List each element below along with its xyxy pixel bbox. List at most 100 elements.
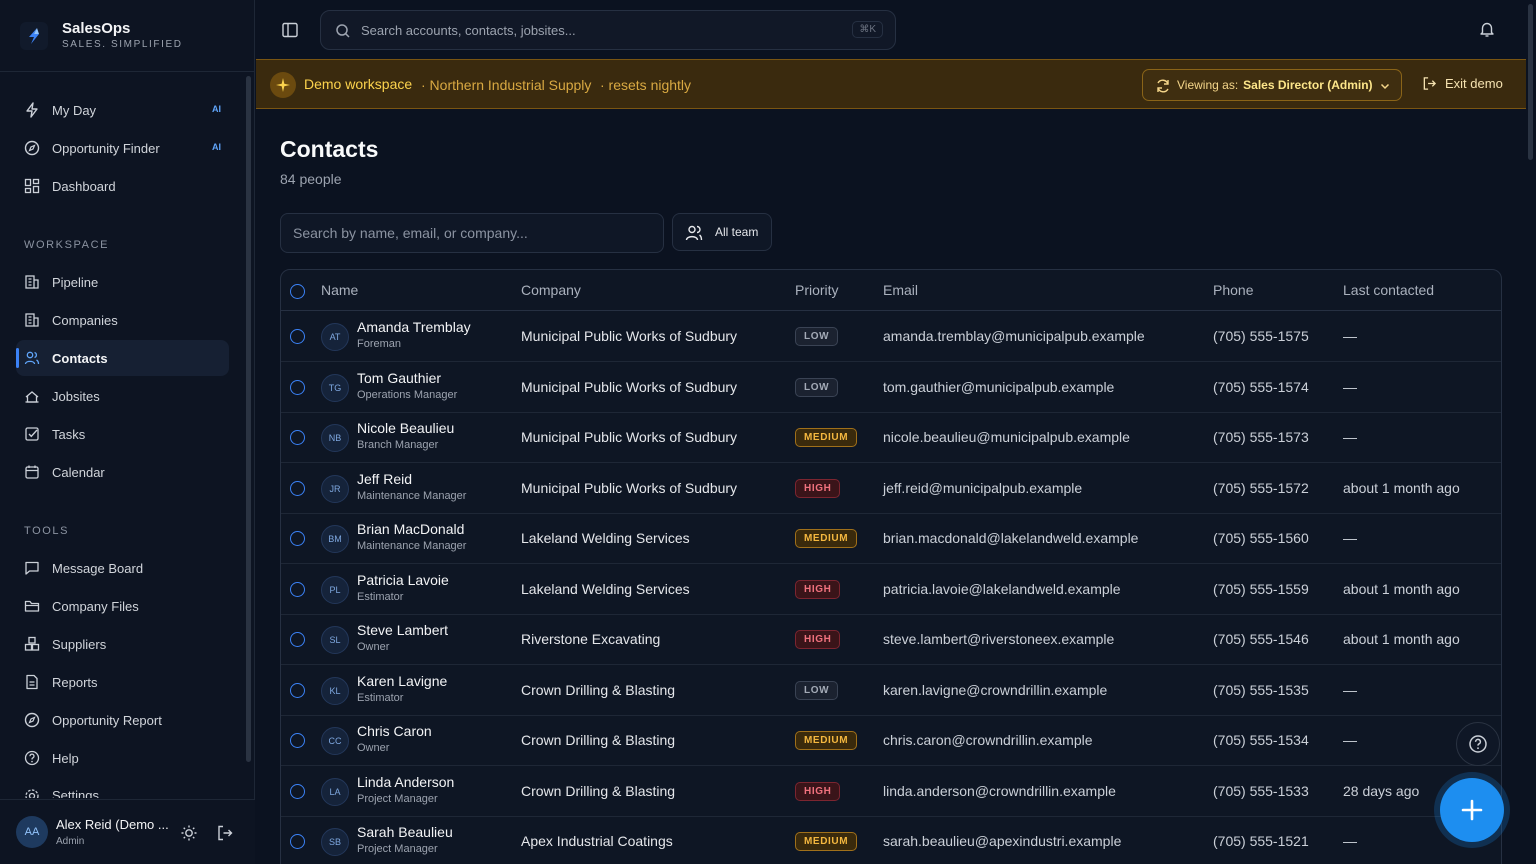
table-row[interactable]: AT Amanda Tremblay Foreman Municipal Public… bbox=[281, 311, 1501, 362]
sidebar-scrollbar[interactable] bbox=[246, 76, 251, 762]
global-search[interactable]: Search accounts, contacts, jobsites... ⌘… bbox=[320, 10, 896, 50]
avatar[interactable]: AA bbox=[16, 816, 48, 848]
contact-name[interactable]: Steve Lambert bbox=[357, 622, 448, 638]
contact-company[interactable]: Crown Drilling & Blasting bbox=[521, 732, 675, 748]
contact-phone[interactable]: (705) 555-1535 bbox=[1213, 682, 1309, 698]
contact-phone[interactable]: (705) 555-1559 bbox=[1213, 581, 1309, 597]
contact-name[interactable]: Patricia Lavoie bbox=[357, 572, 449, 588]
sidebar-item-suppliers[interactable]: Suppliers bbox=[16, 626, 229, 662]
contact-company[interactable]: Lakeland Welding Services bbox=[521, 530, 690, 546]
contact-company[interactable]: Crown Drilling & Blasting bbox=[521, 783, 675, 799]
contact-name[interactable]: Brian MacDonald bbox=[357, 521, 464, 537]
bell-icon[interactable] bbox=[1478, 20, 1496, 38]
sidebar-toggle-icon[interactable] bbox=[280, 20, 300, 40]
contact-phone[interactable]: (705) 555-1546 bbox=[1213, 631, 1309, 647]
table-row[interactable]: CC Chris Caron Owner Crown Drilling & Blast… bbox=[281, 715, 1501, 766]
contact-name[interactable]: Jeff Reid bbox=[357, 471, 412, 487]
help-chat-button[interactable] bbox=[1456, 722, 1500, 766]
row-checkbox[interactable] bbox=[290, 531, 305, 546]
sun-icon[interactable] bbox=[180, 824, 198, 842]
contact-phone[interactable]: (705) 555-1575 bbox=[1213, 328, 1309, 344]
exit-demo-button[interactable]: Exit demo bbox=[1422, 76, 1503, 91]
sidebar-item-reports[interactable]: Reports bbox=[16, 664, 229, 700]
contact-name[interactable]: Chris Caron bbox=[357, 723, 432, 739]
sidebar-item-help[interactable]: Help bbox=[16, 740, 229, 776]
sidebar-item-my-day[interactable]: My Day AI bbox=[16, 92, 229, 128]
table-row[interactable]: KL Karen Lavigne Estimator Crown Drilling &… bbox=[281, 665, 1501, 716]
viewing-as-dropdown[interactable]: Viewing as: Sales Director (Admin) bbox=[1142, 69, 1402, 101]
row-checkbox[interactable] bbox=[290, 430, 305, 445]
contact-email[interactable]: nicole.beaulieu@municipalpub.example bbox=[883, 429, 1130, 445]
contact-name[interactable]: Sarah Beaulieu bbox=[357, 824, 453, 840]
contact-phone[interactable]: (705) 555-1533 bbox=[1213, 783, 1309, 799]
column-header-last-contacted[interactable]: Last contacted bbox=[1343, 282, 1434, 298]
sidebar-item-tasks[interactable]: Tasks bbox=[16, 416, 229, 452]
contact-email[interactable]: steve.lambert@riverstoneex.example bbox=[883, 631, 1114, 647]
contact-phone[interactable]: (705) 555-1560 bbox=[1213, 530, 1309, 546]
row-checkbox[interactable] bbox=[290, 783, 305, 799]
contact-search-input[interactable] bbox=[280, 213, 664, 253]
contact-name[interactable]: Nicole Beaulieu bbox=[357, 420, 454, 436]
table-row[interactable]: LA Linda Anderson Project Manager Crown Dri… bbox=[281, 766, 1501, 817]
contact-email[interactable]: brian.macdonald@lakelandweld.example bbox=[883, 530, 1138, 546]
table-row[interactable]: PL Patricia Lavoie Estimator Lakeland Weldi… bbox=[281, 564, 1501, 615]
table-row[interactable]: NB Nicole Beaulieu Branch Manager Municipal… bbox=[281, 412, 1501, 463]
table-row[interactable]: TG Tom Gauthier Operations Manager Municipa… bbox=[281, 362, 1501, 413]
contact-name[interactable]: Tom Gauthier bbox=[357, 370, 441, 386]
sidebar-item-message-board[interactable]: Message Board bbox=[16, 550, 229, 586]
sidebar-item-companies[interactable]: Companies bbox=[16, 302, 229, 338]
row-checkbox[interactable] bbox=[290, 480, 305, 496]
contact-name[interactable]: Linda Anderson bbox=[357, 774, 454, 790]
sidebar-item-calendar[interactable]: Calendar bbox=[16, 454, 229, 490]
team-filter-button[interactable]: All team bbox=[672, 213, 772, 251]
contact-company[interactable]: Lakeland Welding Services bbox=[521, 581, 690, 597]
contact-phone[interactable]: (705) 555-1573 bbox=[1213, 429, 1309, 445]
contact-email[interactable]: amanda.tremblay@municipalpub.example bbox=[883, 328, 1145, 344]
contact-email[interactable]: linda.anderson@crowndrillin.example bbox=[883, 783, 1116, 799]
sidebar-item-contacts[interactable]: Contacts bbox=[16, 340, 229, 376]
column-header-email[interactable]: Email bbox=[883, 282, 918, 298]
sidebar-item-opportunity-finder[interactable]: Opportunity Finder AI bbox=[16, 130, 229, 166]
column-header-phone[interactable]: Phone bbox=[1213, 282, 1253, 298]
contact-email[interactable]: chris.caron@crowndrillin.example bbox=[883, 732, 1093, 748]
row-checkbox[interactable] bbox=[290, 379, 305, 395]
contact-email[interactable]: jeff.reid@municipalpub.example bbox=[883, 480, 1082, 496]
contact-company[interactable]: Municipal Public Works of Sudbury bbox=[521, 480, 737, 496]
row-checkbox[interactable] bbox=[290, 632, 305, 647]
contact-email[interactable]: patricia.lavoie@lakelandweld.example bbox=[883, 581, 1121, 597]
contact-name[interactable]: Amanda Tremblay bbox=[357, 319, 471, 335]
contact-company[interactable]: Municipal Public Works of Sudbury bbox=[521, 379, 737, 395]
contact-company[interactable]: Apex Industrial Coatings bbox=[521, 833, 673, 849]
contact-company[interactable]: Riverstone Excavating bbox=[521, 631, 660, 647]
select-all-checkbox[interactable] bbox=[290, 284, 305, 299]
table-row[interactable]: SB Sarah Beaulieu Project Manager Apex Indu… bbox=[281, 816, 1501, 864]
contact-company[interactable]: Municipal Public Works of Sudbury bbox=[521, 328, 737, 344]
contact-email[interactable]: sarah.beaulieu@apexindustri.example bbox=[883, 833, 1121, 849]
logout-icon[interactable] bbox=[216, 824, 234, 842]
table-row[interactable]: SL Steve Lambert Owner Riverstone Excavatin… bbox=[281, 614, 1501, 665]
sidebar-item-dashboard[interactable]: Dashboard bbox=[16, 168, 229, 204]
column-header-name[interactable]: Name bbox=[321, 282, 358, 298]
column-header-priority[interactable]: Priority bbox=[795, 282, 839, 298]
row-checkbox[interactable] bbox=[290, 329, 305, 344]
contact-phone[interactable]: (705) 555-1574 bbox=[1213, 379, 1309, 395]
contact-phone[interactable]: (705) 555-1572 bbox=[1213, 480, 1309, 496]
table-row[interactable]: BM Brian MacDonald Maintenance Manager Lake… bbox=[281, 513, 1501, 564]
main-scrollbar[interactable] bbox=[1528, 4, 1533, 160]
contact-phone[interactable]: (705) 555-1521 bbox=[1213, 833, 1309, 849]
sidebar-item-company-files[interactable]: Company Files bbox=[16, 588, 229, 624]
table-row[interactable]: JR Jeff Reid Maintenance Manager Municipal … bbox=[281, 463, 1501, 514]
brand-logo-icon[interactable] bbox=[20, 22, 48, 50]
row-checkbox[interactable] bbox=[290, 733, 305, 748]
row-checkbox[interactable] bbox=[290, 581, 305, 597]
row-checkbox[interactable] bbox=[290, 834, 305, 849]
row-checkbox[interactable] bbox=[290, 682, 305, 698]
contact-phone[interactable]: (705) 555-1534 bbox=[1213, 732, 1309, 748]
sidebar-item-opportunity-report[interactable]: Opportunity Report bbox=[16, 702, 229, 738]
contact-company[interactable]: Crown Drilling & Blasting bbox=[521, 682, 675, 698]
sidebar-item-settings[interactable]: Settings bbox=[16, 778, 229, 798]
add-contact-button[interactable] bbox=[1440, 778, 1504, 842]
contact-company[interactable]: Municipal Public Works of Sudbury bbox=[521, 429, 737, 445]
column-header-company[interactable]: Company bbox=[521, 282, 581, 298]
sidebar-item-pipeline[interactable]: Pipeline bbox=[16, 264, 229, 300]
